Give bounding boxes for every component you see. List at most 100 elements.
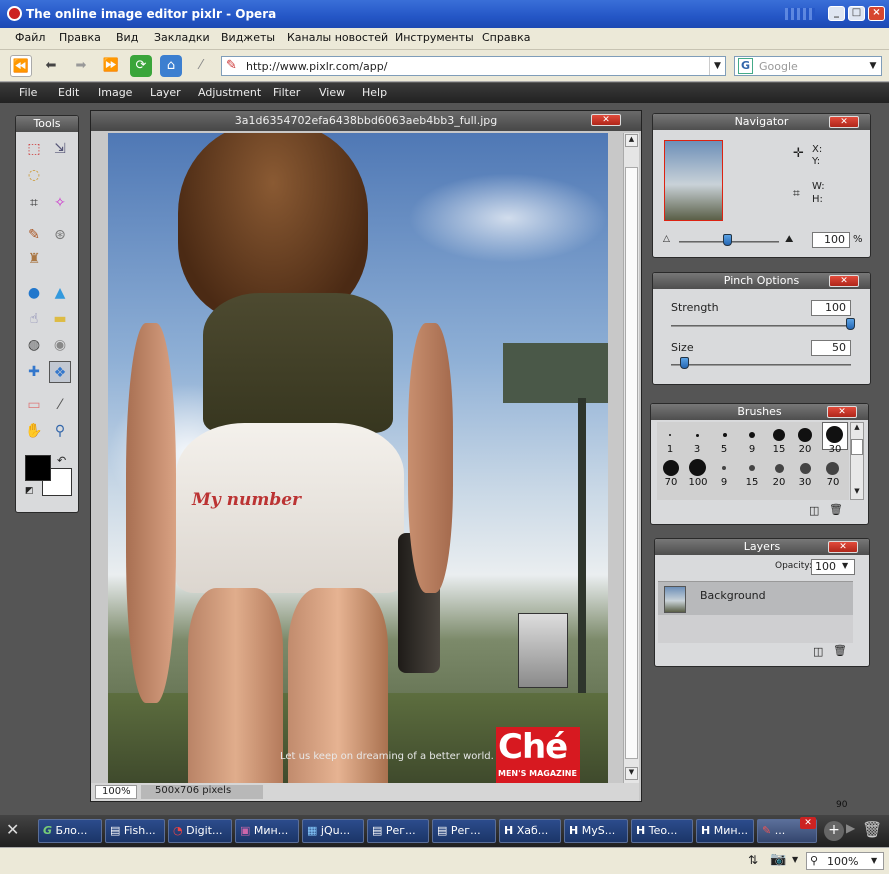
strength-input[interactable]: 100 [811, 300, 851, 316]
scroll-up-icon[interactable]: ▲ [625, 134, 638, 147]
zoom-input[interactable]: 100 [812, 232, 850, 248]
brushes-close-button[interactable]: ✕ [827, 406, 857, 418]
zoom-readout[interactable]: 100% [95, 785, 137, 799]
app-menu-view[interactable]: View [319, 86, 345, 99]
brush-preset[interactable] [749, 465, 755, 471]
zoom-control[interactable]: ⚲ 100% ▼ [806, 852, 884, 870]
tab-7[interactable]: ▤ Рег... [432, 819, 496, 843]
scroll-thumb[interactable] [625, 167, 638, 759]
menu-feeds[interactable]: Каналы новостей [287, 31, 388, 44]
tab-5[interactable]: ▦ jQu... [302, 819, 364, 843]
menu-bookmarks[interactable]: Закладки [154, 31, 210, 44]
opacity-select[interactable]: 100 [811, 559, 855, 575]
vertical-scrollbar[interactable]: ▲ ▼ [623, 133, 639, 783]
brushes-scroll-up-icon[interactable]: ▲ [851, 423, 863, 435]
menu-help[interactable]: Справка [482, 31, 530, 44]
new-tab-icon[interactable]: + [824, 821, 844, 841]
tab-3[interactable]: ◔ Digit... [168, 819, 232, 843]
new-brush-icon[interactable]: ◫ [809, 504, 819, 517]
close-window-button[interactable]: × [868, 6, 885, 21]
delete-layer-icon[interactable]: 🗑 [833, 644, 847, 657]
back-button[interactable]: ⬅ [40, 55, 62, 77]
tab-11[interactable]: H Мин... [696, 819, 754, 843]
reload-icon[interactable]: ⟳ [130, 55, 152, 77]
brush-preset[interactable] [669, 434, 671, 436]
foreground-color-swatch[interactable] [25, 455, 51, 481]
search-dropdown-icon[interactable]: ▼ [865, 57, 881, 75]
eyedropper-icon[interactable]: ⁄ [49, 394, 71, 416]
heal-tool-icon[interactable]: ⊛ [49, 224, 71, 246]
tab-8[interactable]: H Хаб... [499, 819, 561, 843]
pinch-close-button[interactable]: ✕ [829, 275, 859, 287]
camera-icon[interactable]: 📷 [770, 852, 786, 867]
brush-preset[interactable] [696, 434, 699, 437]
brush-preset[interactable] [800, 463, 811, 474]
tab-1[interactable]: G Бло... [38, 819, 102, 843]
brush-preset[interactable] [773, 429, 785, 441]
size-input[interactable]: 50 [811, 340, 851, 356]
hand-tool-icon[interactable]: ✋ [23, 420, 45, 442]
app-menu-file[interactable]: File [19, 86, 37, 99]
brushes-scroll-down-icon[interactable]: ▼ [851, 487, 863, 499]
size-slider-thumb[interactable] [680, 357, 690, 369]
brushes-scroll-thumb[interactable] [851, 439, 863, 455]
size-slider-track[interactable] [671, 364, 851, 366]
navigator-thumbnail[interactable] [664, 140, 723, 221]
image-title[interactable]: 3a1d6354702efa6438bbd6063aeb4bb3_full.jp… [91, 111, 641, 131]
spherize-tool-icon[interactable]: ✚ [23, 361, 45, 383]
layer-row-background[interactable]: Background [658, 581, 853, 615]
layers-close-button[interactable]: ✕ [828, 541, 858, 553]
strength-slider-track[interactable] [671, 325, 851, 327]
brush-preset[interactable] [749, 432, 755, 438]
menu-file[interactable]: Файл [15, 31, 45, 44]
trash-icon[interactable]: 🗑 [862, 820, 882, 839]
wand-icon[interactable]: ⁄ [190, 55, 212, 77]
brush-preset[interactable] [775, 464, 784, 473]
drop-tool-icon[interactable]: ● [23, 282, 45, 304]
eraser-tool-icon[interactable]: ▭ [23, 394, 45, 416]
menu-view[interactable]: Вид [116, 31, 138, 44]
move-tool-icon[interactable]: ⇲ [49, 138, 71, 160]
address-field[interactable]: ✎ http://www.pixlr.com/app/ ▼ [221, 56, 726, 76]
rewind-button[interactable]: ⏪ [10, 55, 32, 77]
fast-forward-button[interactable]: ⏩ [100, 55, 122, 77]
tab-9[interactable]: H MyS... [564, 819, 628, 843]
camera-dropdown-icon[interactable]: ▼ [792, 855, 798, 864]
maximize-button[interactable]: □ [848, 6, 865, 21]
tab-scroll-icon[interactable]: ▶ [846, 821, 855, 835]
lasso-tool-icon[interactable]: ◌ [23, 164, 45, 186]
brush-preset[interactable] [798, 428, 812, 442]
opacity-dropdown-icon[interactable]: ▼ [842, 561, 848, 570]
burn-tool-icon[interactable]: ◍ [23, 334, 45, 356]
brush-preset[interactable] [689, 459, 706, 476]
tab-10[interactable]: H Teo... [631, 819, 693, 843]
brush-preset[interactable] [663, 460, 679, 476]
crop-tool-icon[interactable]: ⌗ [23, 192, 45, 214]
magic-wand-icon[interactable]: ✧ [49, 192, 71, 214]
photo-canvas[interactable]: My number Let us keep on dreaming of a b… [108, 133, 608, 783]
redeye-tool-icon[interactable]: ◉ [49, 334, 71, 356]
search-field[interactable]: G Google ▼ [734, 56, 882, 76]
clone-stamp-icon[interactable]: ♜ [23, 248, 45, 270]
zoom-out-icon[interactable]: △ [663, 234, 670, 244]
menu-edit[interactable]: Правка [59, 31, 101, 44]
zoom-tool-icon[interactable]: ⚲ [49, 420, 71, 442]
swap-colors-icon[interactable]: ↶ [57, 454, 66, 467]
delete-brush-icon[interactable]: 🗑 [829, 503, 843, 516]
tab-close-icon[interactable]: ✕ [800, 817, 816, 829]
forward-button[interactable]: ➡ [70, 55, 92, 77]
app-menu-layer[interactable]: Layer [150, 86, 181, 99]
strength-slider-thumb[interactable] [846, 318, 855, 330]
tab-2[interactable]: ▤ Fish... [105, 819, 165, 843]
brush-preset[interactable] [722, 466, 726, 470]
sharpen-tool-icon[interactable]: ▲ [49, 282, 71, 304]
minimize-button[interactable]: _ [828, 6, 845, 21]
navigator-close-button[interactable]: ✕ [829, 116, 859, 128]
image-close-button[interactable]: ✕ [591, 114, 621, 126]
tools-menu-icon[interactable]: ✕ [6, 820, 19, 839]
menu-widgets[interactable]: Виджеты [221, 31, 275, 44]
reset-colors-icon[interactable]: ◩ [25, 486, 34, 496]
smudge-tool-icon[interactable]: ☝ [23, 308, 45, 330]
app-menu-edit[interactable]: Edit [58, 86, 79, 99]
brush-tool-icon[interactable]: ✎ [23, 224, 45, 246]
